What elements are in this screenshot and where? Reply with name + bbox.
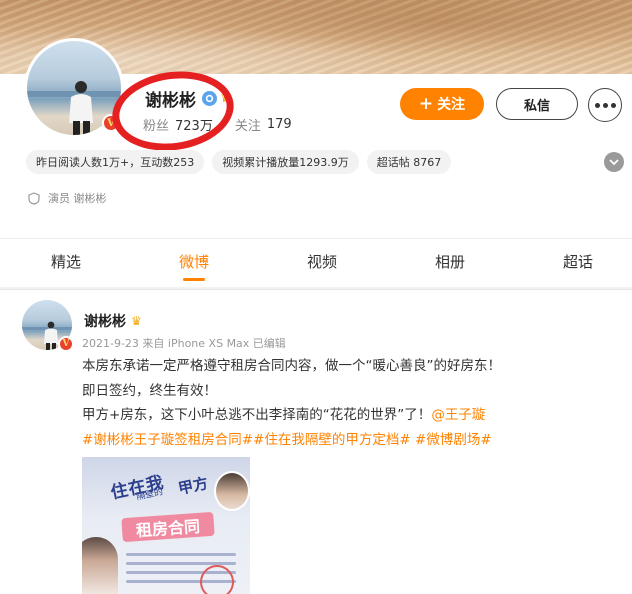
tab-featured-label: 精选: [50, 252, 81, 271]
plus-icon: +: [418, 94, 434, 114]
profile-tabs: 精选 微博 视频 相册 超话: [0, 239, 632, 283]
post-author[interactable]: 谢彬彬: [84, 311, 126, 331]
tab-supertopic-label: 超话: [562, 252, 593, 271]
tab-video[interactable]: 视频: [286, 239, 358, 283]
name-row: 谢彬彬 ♛: [145, 86, 232, 111]
post-line: 即日签约，终生有效！: [82, 382, 217, 399]
following-count[interactable]: 179: [267, 117, 292, 132]
tab-supertopic[interactable]: 超话: [542, 239, 614, 283]
post-avatar-wrap[interactable]: V: [22, 300, 74, 352]
image-person: [214, 471, 250, 511]
stats-pills: 昨日阅读人数1万+，互动数253 视频累计播放量1293.9万 超话帖 8767: [26, 150, 452, 174]
post-hashtags: #谢彬彬王子璇签租房合同##住在我隔壁的甲方定档# #微博剧场#: [82, 428, 622, 453]
tab-album-label: 相册: [434, 252, 465, 271]
stats-row: 粉丝 723万 关注 179: [143, 115, 292, 134]
image-stamp: [200, 565, 234, 594]
following-label[interactable]: 关注: [235, 115, 261, 134]
crown-icon: ♛: [220, 91, 232, 106]
profile-avatar-wrap[interactable]: V: [24, 38, 124, 138]
image-title-2: 甲方: [176, 474, 210, 498]
v-badge-icon: V: [102, 114, 120, 132]
pill-video-stats[interactable]: 视频累计播放量1293.9万: [212, 150, 359, 174]
image-person: [82, 537, 118, 594]
hashtag-link[interactable]: #谢彬彬王子璇签租房合同##住在我隔壁的甲方定档# #微博剧场#: [82, 432, 492, 448]
post-image[interactable]: 住在我 隔壁的 甲方 租房合同: [82, 457, 250, 594]
mention-link[interactable]: @王子璇: [431, 407, 485, 423]
tab-weibo-label: 微博: [178, 252, 209, 271]
pill-read-stats[interactable]: 昨日阅读人数1万+，互动数253: [26, 150, 205, 174]
chevron-down-icon[interactable]: [604, 152, 624, 172]
tab-album[interactable]: 相册: [414, 239, 486, 283]
post-body: 本房东承诺一定严格遵守租房合同内容，做一个“暖心善良”的好房东！ 即日签约，终生…: [82, 354, 622, 452]
image-banner: 租房合同: [121, 511, 215, 543]
pill-supertopic[interactable]: 超话帖 8767: [366, 150, 452, 174]
post-line: 甲方+房东，这下小叶总逃不出李择南的“花花的世界”了！@王子璇: [82, 403, 622, 428]
post-name-row: 谢彬彬 ♛: [84, 311, 142, 331]
crown-icon: ♛: [131, 314, 142, 328]
more-icon[interactable]: [588, 88, 622, 122]
follow-button[interactable]: + 关注: [400, 88, 484, 120]
follow-button-label: 关注: [437, 97, 466, 113]
profile-name: 谢彬彬: [145, 91, 196, 111]
profession-text: 演员 谢彬彬: [48, 192, 107, 205]
active-tab-indicator: [183, 278, 205, 281]
post-line: 本房东承诺一定严格遵守租房合同内容，做一个“暖心善良”的好房东！: [82, 358, 501, 374]
tab-video-label: 视频: [306, 252, 337, 271]
tab-featured[interactable]: 精选: [30, 239, 102, 283]
profession-row: 演员 谢彬彬: [28, 190, 107, 206]
tab-weibo[interactable]: 微博: [158, 239, 230, 283]
shield-icon: [28, 191, 40, 205]
post-card: V 谢彬彬 ♛ 2021-9-23 来自 iPhone XS Max 已编辑 本…: [0, 289, 632, 594]
verified-icon: [202, 91, 217, 106]
post-meta: 2021-9-23 来自 iPhone XS Max 已编辑: [82, 337, 286, 350]
fans-count[interactable]: 723万: [175, 115, 213, 134]
post-v-badge-icon: V: [58, 336, 74, 352]
fans-label[interactable]: 粉丝: [143, 115, 169, 134]
message-button[interactable]: 私信: [496, 88, 578, 120]
profile-header: V 谢彬彬 ♛ 粉丝 723万 关注 179 + 关注 私信 昨日阅读人数1万+…: [0, 0, 632, 287]
post-line-text: 甲方+房东，这下小叶总逃不出李择南的“花花的世界”了！: [82, 407, 432, 423]
highlight-annotation: [107, 63, 239, 159]
